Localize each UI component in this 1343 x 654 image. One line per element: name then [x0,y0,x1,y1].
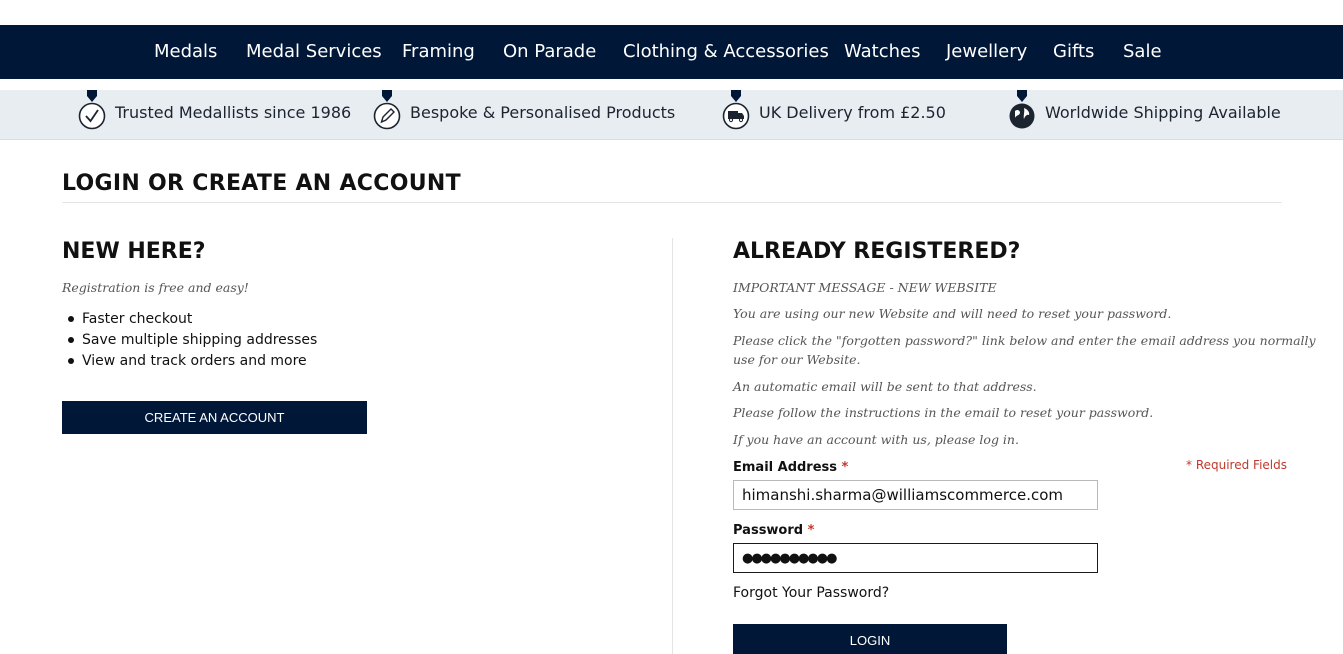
required-fields-note: * Required Fields [1186,458,1287,472]
message-line: Please follow the instructions in the em… [733,405,1154,420]
column-divider [672,238,673,654]
usp-label-bespoke: Bespoke & Personalised Products [410,103,676,122]
email-field[interactable] [733,480,1098,510]
list-item: View and track orders and more [68,351,317,372]
nav-item-sale[interactable]: Sale [1123,25,1162,79]
usp-label-worldwide: Worldwide Shipping Available [1045,103,1281,122]
message-line: If you have an account with us, please l… [733,432,1019,447]
login-heading: ALREADY REGISTERED? [733,239,1021,264]
password-label: Password * [733,523,814,538]
message-line: Please click the "forgotten password?" l… [733,333,1316,348]
list-item: Save multiple shipping addresses [68,330,317,351]
nav-item-watches[interactable]: Watches [844,25,921,79]
message-title: IMPORTANT MESSAGE - NEW WEBSITE [733,280,997,295]
required-marker: * [841,460,849,475]
checkmark-medal-icon [78,90,106,130]
message-line: An automatic email will be sent to that … [733,379,1037,394]
create-account-button[interactable]: CREATE AN ACCOUNT [62,401,367,434]
registration-intro: Registration is free and easy! [62,280,249,295]
forgot-password-link[interactable]: Forgot Your Password? [733,585,889,601]
new-customer-heading: NEW HERE? [62,239,206,264]
nav-item-jewellery[interactable]: Jewellery [946,25,1027,79]
nav-item-medal-services[interactable]: Medal Services [246,25,382,79]
title-divider [62,202,1282,203]
nav-item-gifts[interactable]: Gifts [1053,25,1094,79]
required-marker: * [807,523,815,538]
email-label: Email Address * [733,460,848,475]
password-field[interactable] [733,543,1098,573]
message-line: You are using our new Website and will n… [733,306,1172,321]
benefits-list: Faster checkout Save multiple shipping a… [68,309,317,372]
page-title: LOGIN OR CREATE AN ACCOUNT [62,171,461,196]
usp-bar: Trusted Medallists since 1986 Bespoke & … [0,90,1343,140]
nav-item-medals[interactable]: Medals [154,25,217,79]
usp-label-trusted: Trusted Medallists since 1986 [115,103,352,122]
main-navigation: Medals Medal Services Framing On Parade … [0,25,1343,79]
login-button[interactable]: LOGIN [733,624,1007,654]
list-item: Faster checkout [68,309,317,330]
pencil-medal-icon [373,90,401,130]
password-label-text: Password [733,523,804,538]
globe-medal-icon [1009,90,1035,129]
nav-item-clothing-accessories[interactable]: Clothing & Accessories [623,25,829,79]
email-label-text: Email Address [733,460,838,475]
nav-item-framing[interactable]: Framing [402,25,475,79]
message-line: use for our Website. [733,352,861,367]
usp-label-delivery: UK Delivery from £2.50 [759,103,946,122]
truck-medal-icon [722,90,750,130]
nav-item-on-parade[interactable]: On Parade [503,25,596,79]
